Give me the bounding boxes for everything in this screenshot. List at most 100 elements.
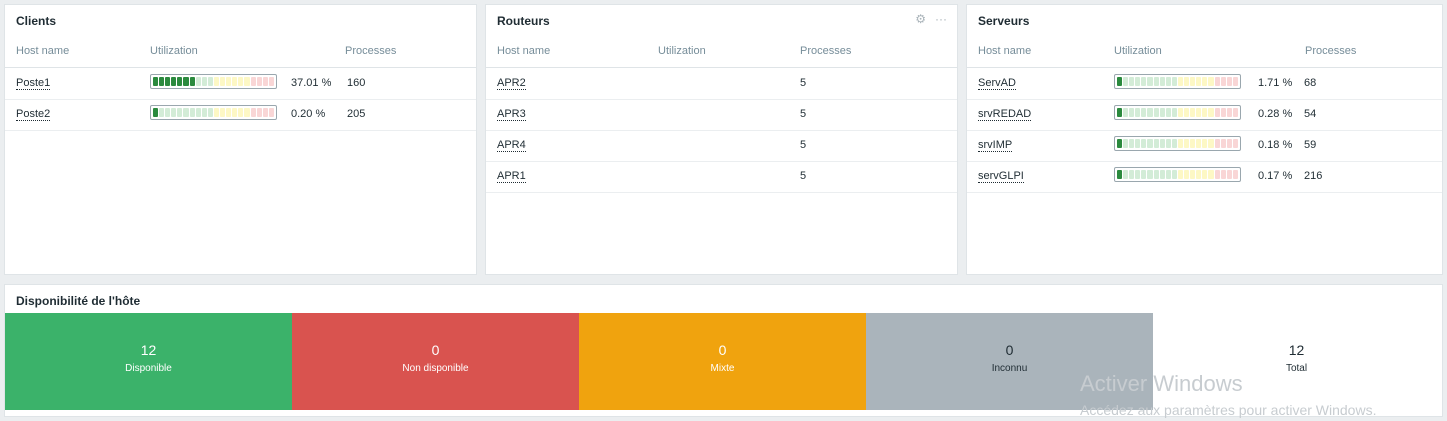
utilization-segment [1196,108,1202,117]
utilization-segment [1165,77,1171,86]
utilization-segment [159,108,165,117]
utilization-segment [1232,77,1238,86]
more-icon[interactable]: ··· [935,12,947,26]
available-count: 12 [140,342,157,358]
host-link[interactable]: servGLPI [978,170,1024,183]
table-row: servGLPI 0.17 % 216 [967,161,1442,193]
utilization-segment [183,77,189,86]
utilization-segment [1220,77,1226,86]
utilization-segment [213,108,220,117]
host-availability-widget: Disponibilité de l'hôte 12 Disponible 0 … [4,284,1443,417]
col-host-name[interactable]: Host name [978,45,1031,57]
utilization-segment [1135,139,1141,148]
mixed-count: 0 [718,342,727,358]
host-link[interactable]: srvIMP [978,139,1013,152]
utilization-bar [1114,136,1241,151]
utilization-segment [1165,139,1171,148]
available-tile[interactable]: 12 Disponible [5,313,292,410]
widget-title: Clients [16,14,57,28]
host-link[interactable]: Poste2 [16,108,51,121]
utilization-segment [244,108,250,117]
utilization-segment [1202,108,1208,117]
utilization-segment [1226,108,1232,117]
utilization-segment [238,77,244,86]
utilization-segment [1171,108,1177,117]
utilization-segment [1141,139,1147,148]
table-row: APR4 5 [486,130,957,162]
utilization-segment [195,108,201,117]
gear-icon[interactable]: ⚙ [915,12,926,26]
unknown-count: 0 [1005,342,1014,358]
utilization-segment [1135,77,1141,86]
utilization-segment [1165,170,1171,179]
host-link[interactable]: ServAD [978,77,1016,90]
host-link[interactable]: APR2 [497,77,526,90]
utilization-segment [1153,170,1159,179]
utilization-segment [268,108,274,117]
host-link[interactable]: Poste1 [16,77,51,90]
utilization-segment [1117,139,1123,148]
utilization-value: 0.20 % [291,108,326,120]
table-row: APR1 5 [486,161,957,193]
col-processes[interactable]: Processes [345,45,396,57]
host-link[interactable]: APR4 [497,139,526,152]
unavailable-tile[interactable]: 0 Non disponible [292,313,579,410]
utilization-segment [220,108,226,117]
processes-value: 5 [800,139,807,151]
utilization-segment [1177,170,1184,179]
utilization-segment [1190,139,1196,148]
col-utilization[interactable]: Utilization [1114,45,1162,57]
col-utilization[interactable]: Utilization [150,45,198,57]
col-host-name[interactable]: Host name [16,45,69,57]
utilization-segment [1177,139,1184,148]
utilization-segment [201,77,207,86]
utilization-segment [195,77,201,86]
utilization-segment [1177,77,1184,86]
host-link[interactable]: APR3 [497,108,526,121]
serveurs-widget: Serveurs Host name Utilization Processes… [966,4,1443,275]
utilization-segment [207,108,213,117]
processes-value: 68 [1304,77,1317,89]
host-link[interactable]: APR1 [497,170,526,183]
table-row: APR3 5 [486,99,957,131]
processes-value: 5 [800,108,807,120]
utilization-segment [1190,108,1196,117]
utilization-segment [171,77,177,86]
utilization-segment [1208,139,1214,148]
utilization-segment [1129,170,1135,179]
utilization-value: 0.18 % [1258,139,1293,151]
processes-value: 205 [347,108,366,120]
host-link[interactable]: srvREDAD [978,108,1032,121]
utilization-value: 0.17 % [1258,170,1293,182]
col-host-name[interactable]: Host name [497,45,550,57]
utilization-value: 1.71 % [1258,77,1293,89]
utilization-segment [1171,170,1177,179]
utilization-segment [189,108,195,117]
col-processes[interactable]: Processes [1305,45,1356,57]
utilization-segment [226,77,232,86]
utilization-bar [1114,167,1241,182]
utilization-segment [1159,170,1165,179]
utilization-segment [1232,139,1238,148]
table-row: Poste2 0.20 % 205 [5,99,476,131]
unavailable-count: 0 [431,342,440,358]
utilization-segment [1220,108,1226,117]
utilization-segment [1232,108,1238,117]
utilization-segment [1153,77,1159,86]
unavailable-label: Non disponible [402,363,469,374]
utilization-segment [1208,108,1214,117]
utilization-segment [153,77,159,86]
widget-title: Routeurs [497,14,550,28]
utilization-segment [165,108,171,117]
mixed-tile[interactable]: 0 Mixte [579,313,866,410]
utilization-segment [153,108,159,117]
col-utilization[interactable]: Utilization [658,45,706,57]
utilization-segment [1190,77,1196,86]
col-processes[interactable]: Processes [800,45,851,57]
utilization-segment [244,77,250,86]
utilization-bar [150,74,277,89]
utilization-segment [189,77,195,86]
windows-activation-hint: Accédez aux paramètres pour activer Wind… [1080,402,1377,418]
utilization-segment [1147,77,1153,86]
utilization-segment [238,108,244,117]
